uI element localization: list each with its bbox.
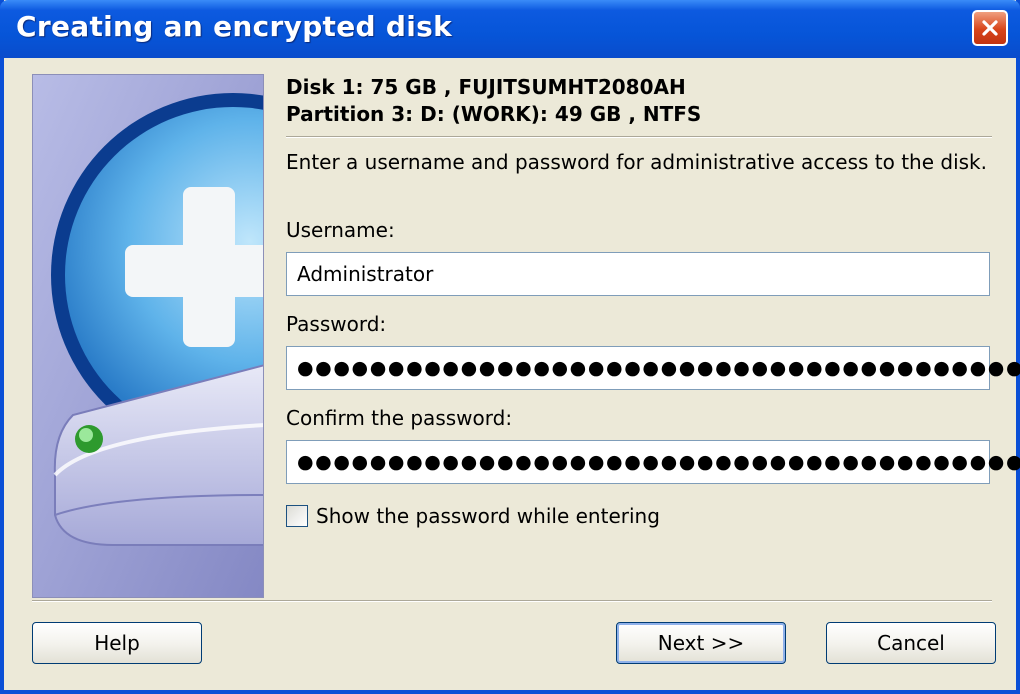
username-label: Username: (286, 218, 395, 242)
wizard-illustration (32, 74, 264, 598)
title-bar[interactable]: Creating an encrypted disk (0, 0, 1020, 58)
close-button[interactable] (972, 10, 1008, 46)
partition-line: Partition 3: D: (WORK): 49 GB , NTFS (286, 102, 702, 126)
disk-line: Disk 1: 75 GB , FUJITSUMHT2080AH (286, 75, 686, 99)
help-button[interactable]: Help (32, 622, 202, 664)
next-button[interactable]: Next >> (616, 622, 786, 664)
encrypted-disk-icon (33, 75, 263, 597)
show-password-checkbox[interactable] (286, 505, 308, 527)
cancel-button[interactable]: Cancel (826, 622, 996, 664)
password-label: Password: (286, 312, 387, 336)
username-input[interactable]: Administrator (286, 252, 990, 296)
confirm-password-input[interactable]: ●●●●●●●●●●●●●●●●●●●●●●●●●●●●●●●●●●●●●●●● (286, 440, 1020, 484)
dialog-window: Creating an encrypted disk Disk 1: 75 GB… (0, 0, 1020, 694)
show-password-option[interactable]: Show the password while entering (286, 504, 660, 528)
close-icon (982, 20, 998, 36)
divider (32, 600, 992, 602)
window-title: Creating an encrypted disk (16, 10, 453, 43)
disk-info: Disk 1: 75 GB , FUJITSUMHT2080AH Partiti… (286, 74, 701, 128)
confirm-password-label: Confirm the password: (286, 406, 513, 430)
show-password-label: Show the password while entering (316, 504, 660, 528)
password-input[interactable]: ●●●●●●●●●●●●●●●●●●●●●●●●●●●●●●●●●●●●●●●● (286, 346, 1020, 390)
instruction-text: Enter a username and password for admini… (286, 150, 987, 174)
divider (286, 136, 992, 138)
